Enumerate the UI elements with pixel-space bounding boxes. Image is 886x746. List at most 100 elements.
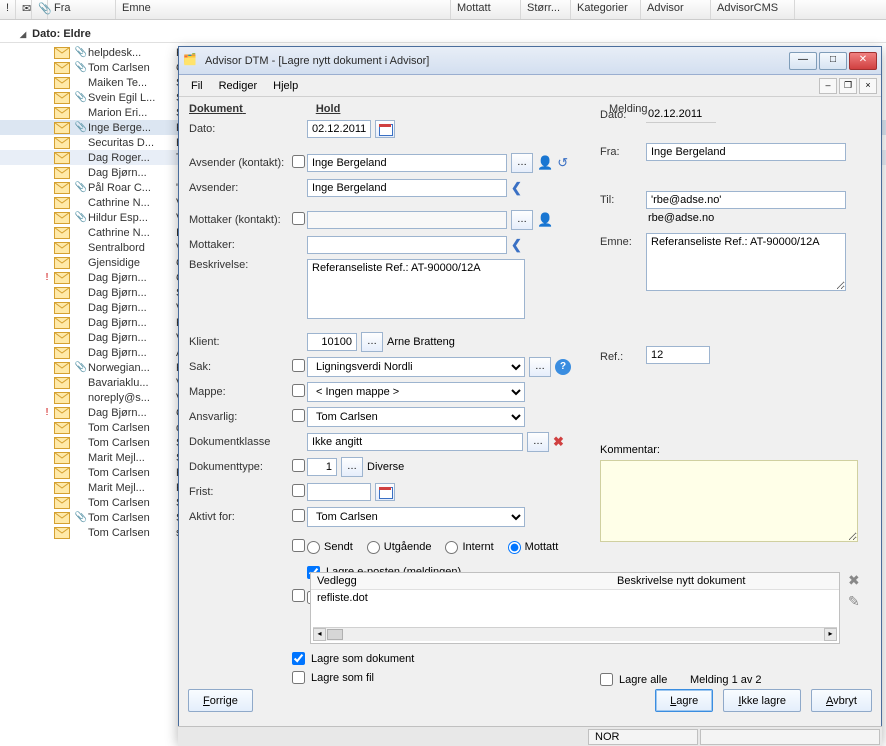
mdi-minimize-button[interactable]: –: [819, 78, 837, 94]
lagre-button[interactable]: Lagre: [655, 689, 713, 712]
chk-aktivt-for[interactable]: [292, 509, 305, 522]
col-fra[interactable]: Fra: [48, 0, 116, 19]
attach-row[interactable]: refliste.dot: [311, 590, 611, 606]
col-storr[interactable]: Størr...: [521, 0, 571, 19]
radio-internt[interactable]: Internt: [445, 541, 493, 554]
menu-hjelp[interactable]: Hjelp: [265, 78, 306, 94]
from-cell: Tom Carlsen: [88, 437, 176, 449]
chk-direction[interactable]: [292, 539, 305, 552]
mdi-restore-button[interactable]: ❐: [839, 78, 857, 94]
from-cell: helpdesk...: [88, 47, 176, 59]
col-icon[interactable]: ✉: [16, 0, 32, 19]
mappe-select[interactable]: < Ingen mappe >: [307, 382, 525, 402]
from-cell: Pål Roar C...: [88, 182, 176, 194]
col-kategorier[interactable]: Kategorier: [571, 0, 641, 19]
minimize-button[interactable]: —: [789, 52, 817, 70]
kommentar-textarea[interactable]: [600, 460, 858, 542]
frist-input[interactable]: [307, 483, 371, 501]
section-hold[interactable]: Hold: [316, 103, 340, 115]
ikke-lagre-button[interactable]: Ikke lagre: [723, 689, 801, 712]
attachment-icon: 📎: [74, 182, 88, 193]
radio-utgaende[interactable]: Utgående: [367, 541, 432, 554]
m-emne-textarea[interactable]: Referanseliste Ref.: AT-90000/12A: [646, 233, 846, 291]
radio-mottatt[interactable]: Mottatt: [508, 541, 559, 554]
dato-calendar-button[interactable]: [375, 120, 395, 138]
mottaker-kontakt-input[interactable]: [307, 211, 507, 229]
col-emne[interactable]: Emne: [116, 0, 451, 19]
chk-lagre-alle[interactable]: [600, 673, 613, 686]
col-advisor[interactable]: Advisor: [641, 0, 711, 19]
dokumenttype-no-input[interactable]: [307, 458, 337, 476]
avsender-kontakt-input[interactable]: [307, 154, 507, 172]
from-cell: Marion Eri...: [88, 107, 176, 119]
sak-select[interactable]: Ligningsverdi Nordli: [307, 357, 525, 377]
dokumentklasse-browse-button[interactable]: …: [527, 432, 549, 452]
label-dokumentklasse: Dokumentklasse: [189, 436, 289, 448]
help-icon[interactable]: ?: [555, 359, 571, 375]
mail-icon: [54, 212, 72, 224]
delete-icon[interactable]: ✖: [553, 434, 564, 450]
close-button[interactable]: ✕: [849, 52, 877, 70]
label-mottaker: Mottaker:: [189, 239, 289, 251]
chk-mottaker-kontakt[interactable]: [292, 212, 305, 225]
ansvarlig-select[interactable]: Tom Carlsen: [307, 407, 525, 427]
avsender-input[interactable]: [307, 179, 507, 197]
scroll-left-button[interactable]: ◂: [313, 628, 326, 641]
chk-mappe[interactable]: [292, 384, 305, 397]
dato-input[interactable]: [307, 120, 371, 138]
forrige-button[interactable]: Forrige: [188, 689, 253, 712]
group-header[interactable]: Dato: Eldre: [0, 20, 886, 43]
attach-scrollbar[interactable]: ◂ ▸: [313, 627, 837, 641]
attach-col-beskrivelse[interactable]: Beskrivelse nytt dokument: [611, 573, 839, 589]
chk-lagre-fil[interactable]: Lagre som fil: [292, 671, 414, 684]
frist-calendar-button[interactable]: [375, 483, 395, 501]
chk-ansvarlig[interactable]: [292, 409, 305, 422]
arrow-left-icon[interactable]: ❮: [511, 237, 522, 253]
chk-frist[interactable]: [292, 484, 305, 497]
chk-dokumenttype[interactable]: [292, 459, 305, 472]
chk-lagre-dokument[interactable]: Lagre som dokument: [292, 652, 414, 665]
mottaker-kontakt-browse-button[interactable]: …: [511, 210, 533, 230]
col-attach[interactable]: 📎: [32, 0, 48, 19]
mail-icon: [54, 77, 72, 89]
chk-sak[interactable]: [292, 359, 305, 372]
beskrivelse-textarea[interactable]: Referanseliste Ref.: AT-90000/12A: [307, 259, 525, 319]
scroll-thumb[interactable]: [327, 629, 343, 640]
col-mottatt[interactable]: Mottatt: [451, 0, 521, 19]
status-bar: NOR: [178, 726, 882, 746]
maximize-button[interactable]: □: [819, 52, 847, 70]
klient-browse-button[interactable]: …: [361, 332, 383, 352]
menu-rediger[interactable]: Rediger: [211, 78, 266, 94]
radio-sendt[interactable]: Sendt: [307, 541, 353, 554]
attachments-box: Vedlegg Beskrivelse nytt dokument reflis…: [310, 572, 840, 644]
refresh-icon[interactable]: ↺: [557, 155, 568, 171]
ref-input[interactable]: [646, 346, 710, 364]
arrow-left-icon[interactable]: ❮: [511, 180, 522, 196]
dokumenttype-name: Diverse: [367, 461, 404, 473]
title-bar[interactable]: 🗂️ Advisor DTM - [Lagre nytt dokument i …: [179, 47, 881, 75]
chk-avsender-kontakt[interactable]: [292, 155, 305, 168]
menu-fil[interactable]: Fil: [183, 78, 211, 94]
attach-delete-icon[interactable]: ✖: [848, 572, 860, 589]
m-fra-input[interactable]: [646, 143, 846, 161]
mdi-close-button[interactable]: ×: [859, 78, 877, 94]
mail-icon: [54, 497, 72, 509]
attach-edit-icon[interactable]: ✎: [848, 593, 860, 610]
dokumentklasse-input[interactable]: [307, 433, 523, 451]
aktivt-for-select[interactable]: Tom Carlsen: [307, 507, 525, 527]
scroll-right-button[interactable]: ▸: [824, 628, 837, 641]
chk-vedlegg-row[interactable]: [292, 589, 305, 602]
mottaker-input[interactable]: [307, 236, 507, 254]
dokumenttype-browse-button[interactable]: …: [341, 457, 363, 477]
mail-icon: [54, 452, 72, 464]
mail-icon: [54, 257, 72, 269]
person-icon: 👤: [537, 155, 553, 171]
avsender-kontakt-browse-button[interactable]: …: [511, 153, 533, 173]
klient-no-input[interactable]: [307, 333, 357, 351]
col-advisorcms[interactable]: AdvisorCMS: [711, 0, 795, 19]
attach-col-vedlegg[interactable]: Vedlegg: [311, 573, 611, 589]
col-flag[interactable]: !: [0, 0, 16, 19]
sak-browse-button[interactable]: …: [529, 357, 551, 377]
m-til-input[interactable]: [646, 191, 846, 209]
avbryt-button[interactable]: Avbryt: [811, 689, 872, 712]
